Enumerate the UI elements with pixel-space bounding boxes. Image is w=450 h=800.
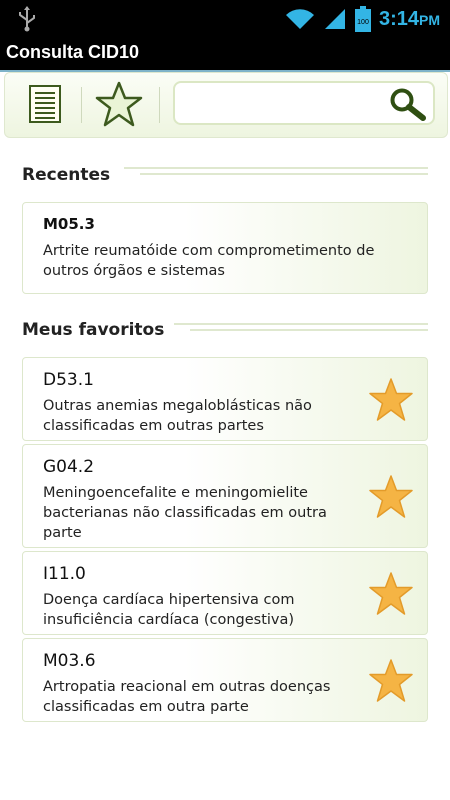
wifi-icon xyxy=(285,9,314,29)
favorite-star-icon[interactable] xyxy=(369,378,413,422)
favorite-item[interactable]: M03.6 Artropatia reacional em outras doe… xyxy=(22,638,428,722)
svg-text:100: 100 xyxy=(357,19,369,26)
search-input[interactable] xyxy=(173,81,435,125)
favorite-item-code: D53.1 xyxy=(43,370,94,390)
battery-icon: 100 xyxy=(354,6,371,32)
recent-item[interactable]: M05.3 Artrite reumatóide com comprometim… xyxy=(22,202,428,294)
usb-icon xyxy=(19,6,35,32)
recent-item-code: M05.3 xyxy=(43,215,95,233)
recent-section-header: Recentes xyxy=(22,165,111,185)
section-divider xyxy=(124,167,428,175)
favorite-item-description: Outras anemias megaloblásticas não class… xyxy=(43,398,312,434)
status-bar: 100 3:14PM xyxy=(0,0,450,38)
favorite-item-description: Meningoencefalite e meningomielite bacte… xyxy=(43,485,327,541)
favorites-section-header: Meus favoritos xyxy=(22,320,165,340)
toolbar-divider xyxy=(81,87,82,123)
toolbar xyxy=(4,72,448,138)
recent-item-description: Artrite reumatóide com comprometimento d… xyxy=(43,243,375,279)
favorite-star-icon[interactable] xyxy=(369,475,413,519)
status-time-ampm: PM xyxy=(419,11,440,28)
toolbar-divider xyxy=(159,87,160,123)
list-icon[interactable] xyxy=(29,85,61,123)
favorites-star-icon[interactable] xyxy=(95,81,143,127)
favorite-item[interactable]: G04.2 Meningoencefalite e meningomielite… xyxy=(22,444,428,548)
favorite-item-code: I11.0 xyxy=(43,564,86,584)
favorite-star-icon[interactable] xyxy=(369,572,413,616)
favorite-item[interactable]: D53.1 Outras anemias megaloblásticas não… xyxy=(22,357,428,441)
status-time-value: 3:14 xyxy=(378,7,419,30)
favorite-item[interactable]: I11.0 Doença cardíaca hipertensiva com i… xyxy=(22,551,428,635)
favorite-star-icon[interactable] xyxy=(369,659,413,703)
favorite-item-description: Doença cardíaca hipertensiva com insufic… xyxy=(43,592,295,628)
action-bar: Consulta CID10 xyxy=(0,38,450,72)
signal-icon xyxy=(324,9,345,29)
section-divider xyxy=(174,323,428,331)
status-time: 3:14PM xyxy=(379,8,440,31)
favorite-item-code: G04.2 xyxy=(43,457,95,477)
favorite-item-description: Artropatia reacional em outras doenças c… xyxy=(43,679,331,715)
search-icon[interactable] xyxy=(387,87,427,121)
app-title: Consulta CID10 xyxy=(6,42,140,62)
favorite-item-code: M03.6 xyxy=(43,651,96,671)
